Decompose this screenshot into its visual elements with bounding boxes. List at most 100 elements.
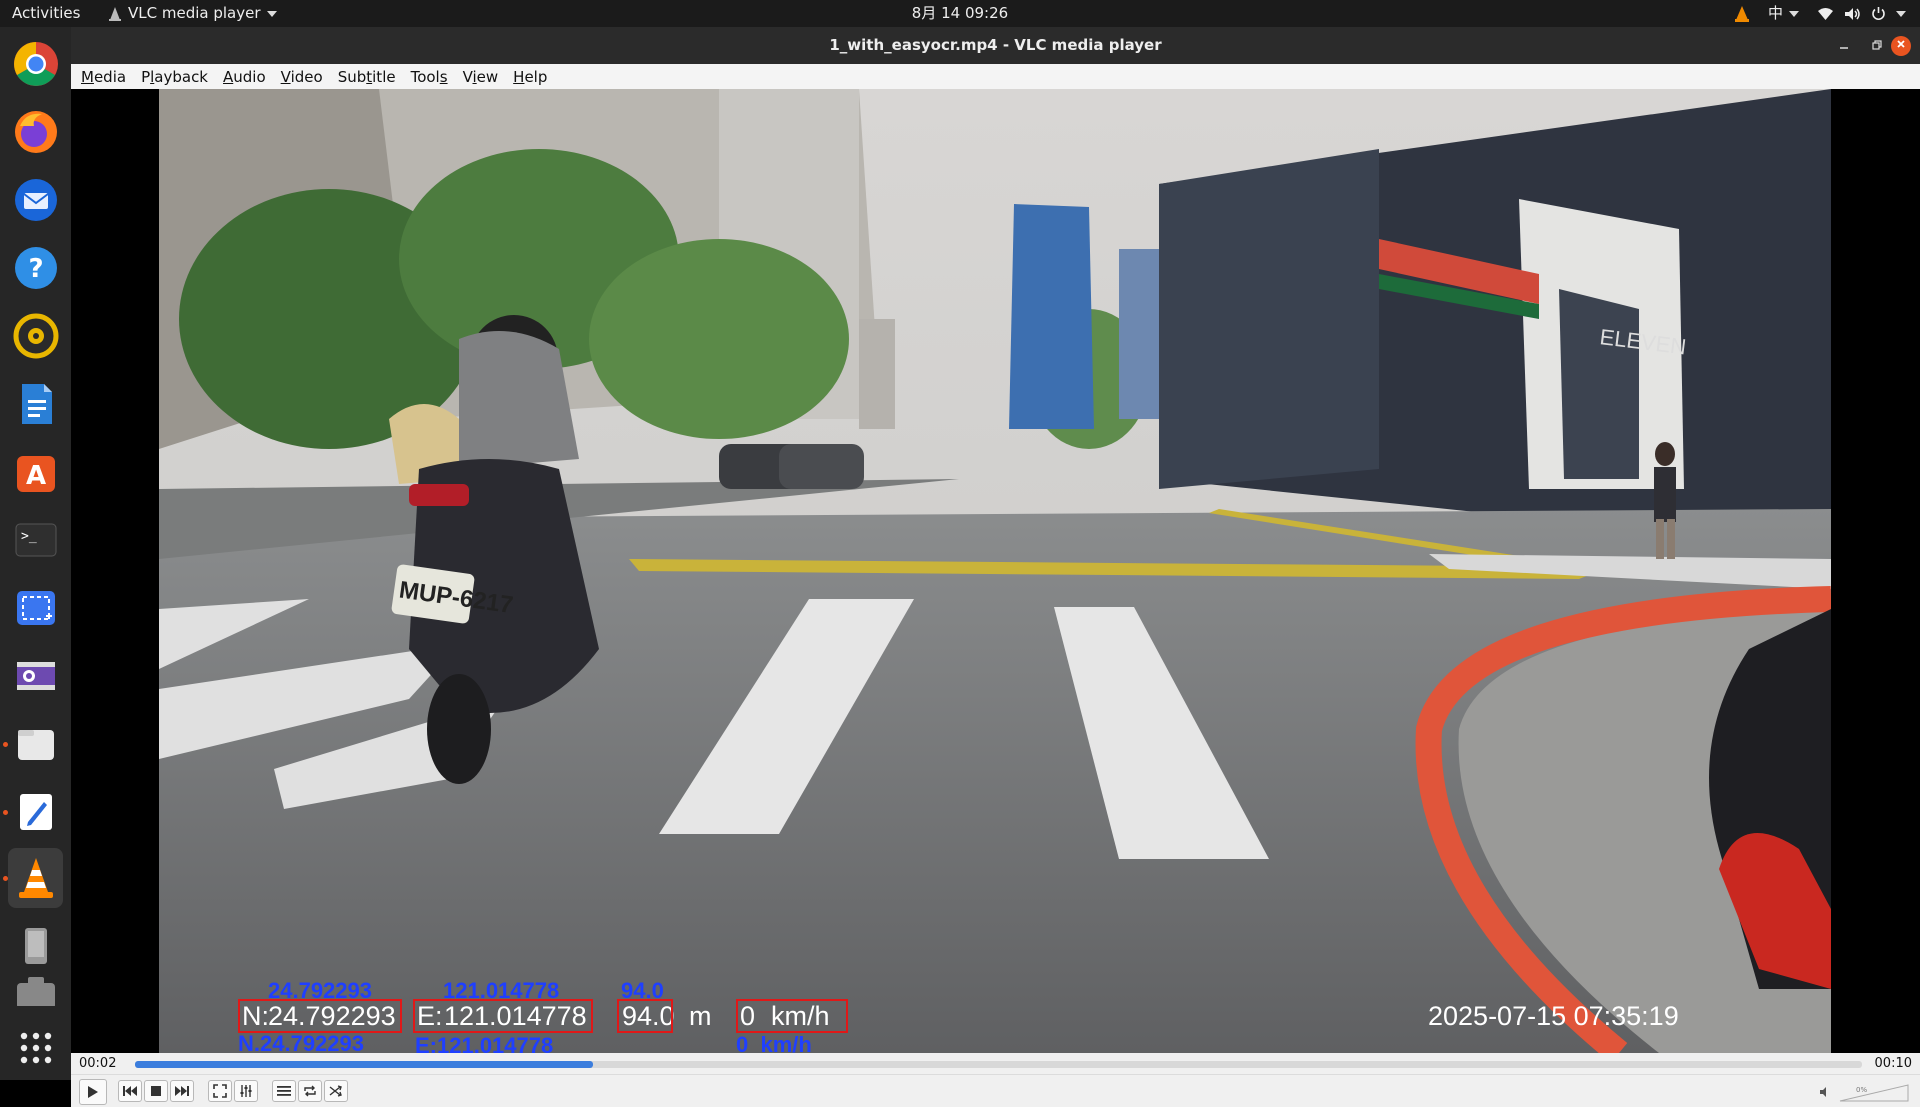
activities-button[interactable]: Activities	[12, 0, 80, 27]
seek-bar[interactable]	[135, 1061, 1862, 1068]
dock-firefox[interactable]	[8, 102, 63, 162]
menu-label-part: ayback	[154, 67, 208, 86]
vlc-small-icon	[109, 6, 121, 21]
chevron-down-icon	[266, 10, 277, 17]
menu-item[interactable]: Tools	[411, 68, 457, 86]
video-frame: ELEVEN MUP-6217	[159, 89, 1831, 1053]
menu-label-part: elp	[524, 67, 548, 86]
dock-thunderbird[interactable]	[8, 170, 63, 230]
dock-drive[interactable]	[8, 916, 63, 976]
menu-item[interactable]: Audio	[223, 68, 275, 86]
thunderbird-icon	[14, 179, 57, 221]
menu-item[interactable]: Subtitle	[338, 68, 405, 86]
dock-chrome[interactable]	[8, 34, 63, 94]
speaker-icon	[1820, 1087, 1826, 1097]
film-camera-icon	[16, 662, 55, 690]
vlc-window: 1_with_easyocr.mp4 - VLC media player Me…	[71, 27, 1920, 1107]
running-indicator	[3, 742, 8, 747]
volume-control[interactable]: 0%	[1820, 1083, 1910, 1103]
playlist-button[interactable]	[272, 1080, 296, 1102]
minimize-button[interactable]	[1834, 36, 1854, 56]
loop-button[interactable]	[298, 1080, 322, 1102]
app-menu[interactable]: VLC media player	[108, 0, 277, 27]
chevron-down-icon	[1789, 10, 1799, 17]
libreoffice-writer-icon	[21, 384, 52, 424]
menu-item[interactable]: Media	[81, 68, 135, 86]
next-icon	[175, 1086, 189, 1096]
extended-settings-button[interactable]	[234, 1080, 258, 1102]
input-method-indicator[interactable]: 中	[1768, 0, 1799, 27]
volume-percent: 0%	[1856, 1086, 1867, 1094]
power-icon	[1872, 7, 1885, 21]
menu-label-part: edia	[93, 67, 127, 86]
seek-progress	[135, 1061, 593, 1068]
svg-text:A: A	[25, 461, 45, 491]
svg-text:>_: >_	[21, 529, 37, 544]
volume-slider: 0%	[1820, 1084, 1909, 1102]
dock-terminal[interactable]: >_	[8, 510, 63, 570]
dock-rhythmbox[interactable]	[8, 306, 63, 366]
ocr-box-lon	[413, 999, 593, 1033]
maximize-button[interactable]	[1867, 36, 1887, 56]
menu-item[interactable]: Playback	[141, 68, 217, 86]
ocr-lon-bottom: E:121.014778	[415, 1033, 554, 1053]
play-icon	[88, 1086, 98, 1098]
menu-mnemonic: H	[513, 67, 525, 86]
running-indicator	[3, 810, 8, 815]
menu-item[interactable]: Help	[513, 68, 556, 86]
running-indicator	[3, 876, 8, 881]
menu-item[interactable]: Video	[281, 68, 332, 86]
ocr-box-alt	[617, 999, 673, 1033]
dock-video-app[interactable]	[8, 646, 63, 706]
shuffle-icon	[329, 1085, 342, 1097]
fullscreen-icon	[213, 1084, 227, 1098]
window-titlebar[interactable]: 1_with_easyocr.mp4 - VLC media player	[71, 27, 1920, 64]
fullscreen-button[interactable]	[208, 1080, 232, 1102]
vlc-icon	[18, 858, 53, 898]
input-method-label: 中	[1767, 4, 1783, 22]
playlist-icon	[277, 1086, 291, 1096]
menu-label-part: Tool	[410, 67, 440, 86]
show-applications-button[interactable]	[8, 1018, 63, 1078]
chevron-down-icon	[1896, 10, 1906, 17]
frame-timestamp: 2025-07-15 07:35:19	[1428, 1001, 1679, 1031]
dock-software[interactable]: A	[8, 442, 63, 502]
rhythmbox-icon	[13, 313, 58, 359]
video-area[interactable]: ELEVEN MUP-6217 24.792293 121.014778 94.…	[71, 89, 1920, 1053]
stop-button[interactable]	[144, 1080, 168, 1102]
vlc-tray-icon[interactable]	[1734, 5, 1750, 23]
help-icon: ?	[14, 247, 57, 289]
status-menu[interactable]	[1817, 6, 1906, 21]
menu-mnemonic: V	[280, 67, 291, 86]
dock-help[interactable]: ?	[8, 238, 63, 298]
software-store-icon: A	[16, 456, 55, 492]
dock-screenshot[interactable]	[8, 578, 63, 638]
dock-writer[interactable]	[8, 374, 63, 434]
screenshot-icon	[16, 591, 55, 625]
dock-vlc[interactable]	[3, 848, 63, 908]
play-button[interactable]	[79, 1079, 107, 1105]
dock-files[interactable]	[3, 714, 63, 774]
elapsed-time: 00:02	[79, 1056, 117, 1071]
dock-text-editor[interactable]	[3, 782, 63, 842]
close-icon	[1897, 40, 1905, 48]
menu-mnemonic: s	[439, 67, 448, 86]
volume-icon	[1845, 7, 1860, 20]
svg-text:?: ?	[28, 254, 43, 284]
total-time[interactable]: 00:10	[1875, 1056, 1912, 1071]
next-button[interactable]	[170, 1080, 194, 1102]
close-button[interactable]	[1891, 36, 1911, 56]
ocr-box-speed	[736, 999, 848, 1033]
menu-mnemonic: M	[81, 67, 94, 86]
clock[interactable]: 8月 14 09:26	[912, 4, 1008, 22]
menu-bar: Media Playback Audio Video Subtitle Tools View…	[71, 64, 1920, 89]
previous-button[interactable]	[118, 1080, 142, 1102]
menu-label-part: udio	[233, 67, 266, 86]
ocr-speed-bottom: 0 km/h	[736, 1032, 812, 1053]
text-editor-icon	[19, 794, 52, 830]
menu-item[interactable]: View	[463, 68, 508, 86]
ocr-lat-bottom: N.24.792293	[238, 1031, 364, 1053]
minimize-icon	[1840, 47, 1848, 49]
dock-camera[interactable]	[8, 976, 63, 1006]
shuffle-button[interactable]	[324, 1080, 348, 1102]
